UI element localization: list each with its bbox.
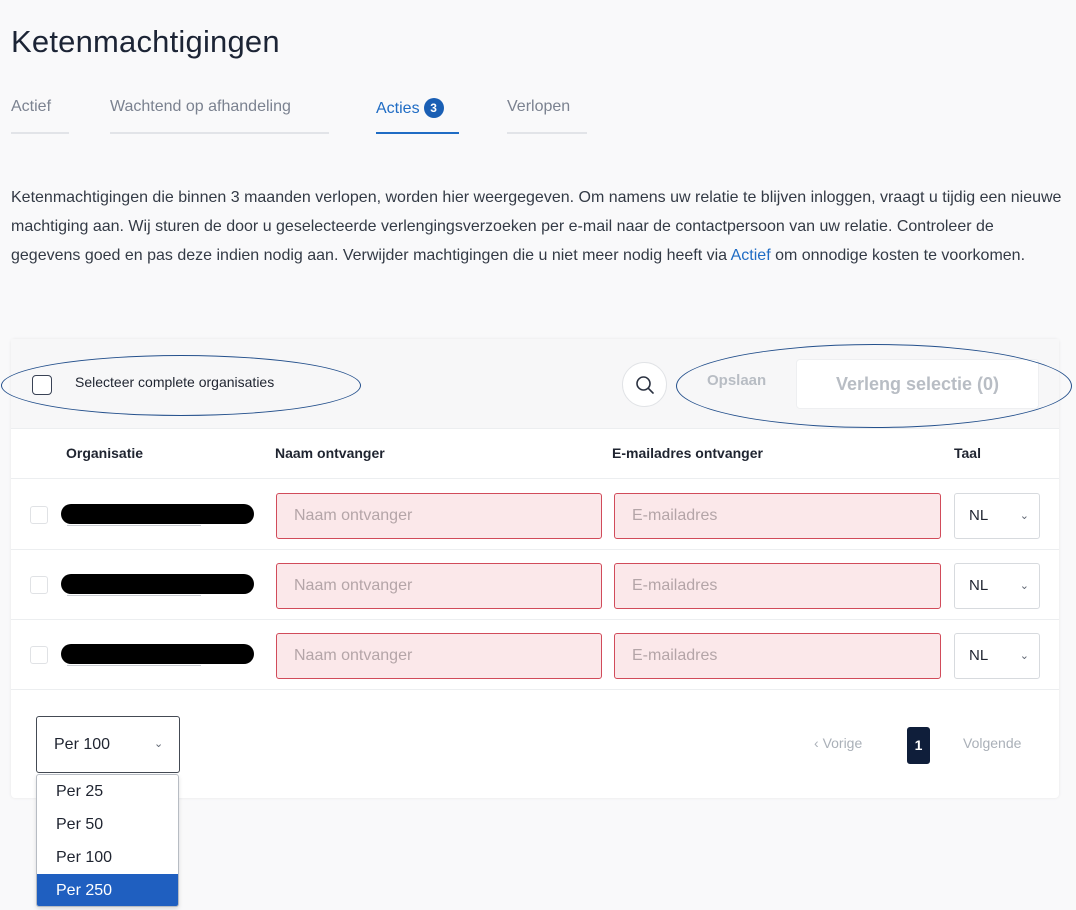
per-page-option-25[interactable]: Per 25 [37, 775, 178, 808]
tab-count-badge: 3 [423, 98, 444, 118]
tab-actief[interactable]: Actief [11, 98, 69, 134]
organisation-name-redacted [61, 574, 254, 594]
column-header-language: Taal [954, 445, 981, 461]
table-row: Naam ontvanger E-mailadres NL ⌄ [11, 620, 1059, 690]
recipient-email-input[interactable]: E-mailadres [614, 633, 941, 679]
pagination-next[interactable]: Volgende [963, 735, 1021, 751]
select-all-label: Selecteer complete organisaties [75, 374, 275, 390]
search-icon [636, 376, 654, 394]
extend-selection-button[interactable]: Verleng selectie (0) [796, 359, 1039, 409]
row-checkbox[interactable] [30, 506, 48, 524]
chevron-down-icon: ⌄ [1019, 510, 1029, 522]
recipient-name-input[interactable]: Naam ontvanger [276, 563, 602, 609]
intro-text: Ketenmachtigingen die binnen 3 maanden v… [11, 189, 1062, 264]
per-page-select[interactable]: Per 100 ⌄ [36, 716, 180, 773]
per-page-option-100[interactable]: Per 100 [37, 841, 178, 874]
per-page-option-50[interactable]: Per 50 [37, 808, 178, 841]
organisation-underline [67, 525, 201, 526]
table-row: Naam ontvanger E-mailadres NL ⌄ [11, 550, 1059, 620]
per-page-option-250[interactable]: Per 250 [37, 874, 178, 906]
save-button[interactable]: Opslaan [707, 372, 766, 389]
language-select[interactable]: NL ⌄ [954, 633, 1040, 679]
select-all-checkbox[interactable] [32, 375, 52, 395]
table-toolbar: Selecteer complete organisaties Opslaan … [11, 339, 1059, 429]
language-select[interactable]: NL ⌄ [954, 493, 1040, 539]
chevron-left-icon: ‹ [814, 735, 819, 751]
table-row: Naam ontvanger E-mailadres NL ⌄ [11, 480, 1059, 550]
tab-verlopen[interactable]: Verlopen [507, 98, 587, 134]
row-checkbox[interactable] [30, 646, 48, 664]
chevron-down-icon: ⌄ [1019, 650, 1029, 662]
tab-wachtend[interactable]: Wachtend op afhandeling [110, 98, 329, 134]
tab-acties[interactable]: Acties 3 [376, 98, 459, 134]
intro-link-actief[interactable]: Actief [731, 247, 771, 264]
extension-table-card: Selecteer complete organisaties Opslaan … [11, 339, 1059, 798]
organisation-name-redacted [61, 644, 254, 664]
recipient-email-input[interactable]: E-mailadres [614, 493, 941, 539]
row-checkbox[interactable] [30, 576, 48, 594]
pagination-previous[interactable]: ‹ Vorige [814, 735, 862, 751]
chevron-down-icon: ⌄ [154, 738, 164, 750]
column-header-organisation: Organisatie [66, 445, 144, 461]
per-page-dropdown-list: Per 25 Per 50 Per 100 Per 250 [36, 774, 179, 907]
column-header-recipient-name: Naam ontvanger [275, 445, 385, 461]
organisation-underline [67, 595, 201, 596]
table-header: Organisatie Naam ontvanger E-mailadres o… [11, 429, 1059, 479]
organisation-name-redacted [61, 504, 254, 524]
organisation-underline [67, 665, 201, 666]
recipient-email-input[interactable]: E-mailadres [614, 563, 941, 609]
recipient-name-input[interactable]: Naam ontvanger [276, 493, 602, 539]
pagination-page-current[interactable]: 1 [907, 727, 930, 764]
recipient-name-input[interactable]: Naam ontvanger [276, 633, 602, 679]
search-button[interactable] [622, 362, 667, 407]
chevron-down-icon: ⌄ [1019, 580, 1029, 592]
language-select[interactable]: NL ⌄ [954, 563, 1040, 609]
page-title: Ketenmachtigingen [11, 24, 280, 59]
column-header-recipient-email: E-mailadres ontvanger [612, 445, 763, 461]
